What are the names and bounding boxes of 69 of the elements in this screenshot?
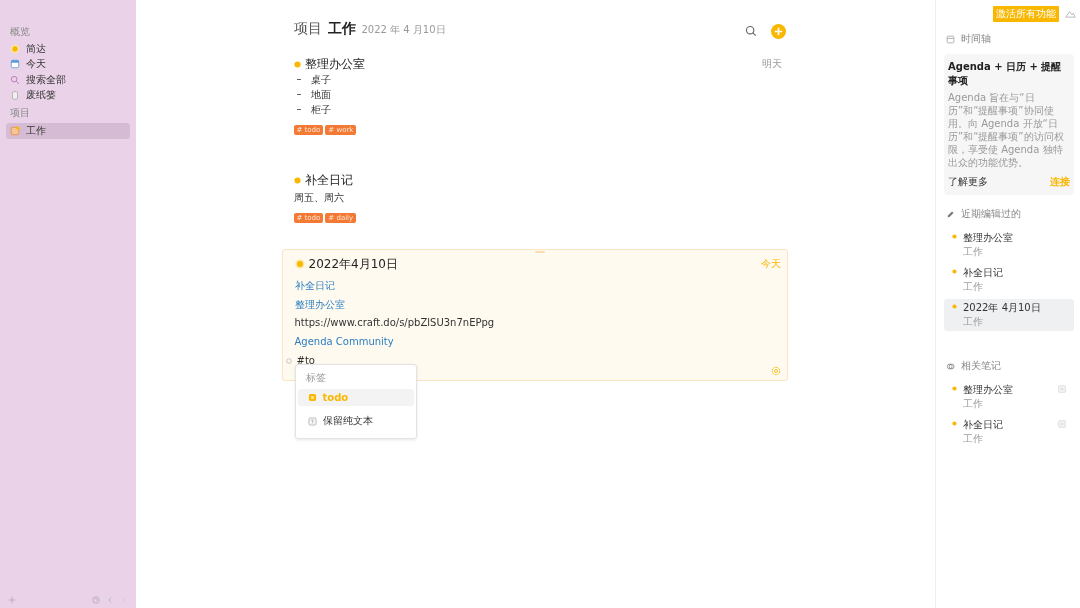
list-item: 桌子: [310, 72, 331, 87]
mountain-icon[interactable]: [1065, 10, 1076, 18]
list-dash: [296, 94, 301, 95]
pencil-icon: [946, 209, 955, 219]
text-icon: [307, 416, 317, 426]
card-title: Agenda + 日历 + 提醒事项: [948, 60, 1063, 88]
related-note[interactable]: 补全日记 工作: [944, 416, 1074, 448]
note-title: 2022年4月10日: [308, 255, 398, 273]
sun-icon: [10, 43, 20, 54]
page-date: 2022 年 4 月10日: [361, 23, 446, 37]
list-item: 柜子: [310, 102, 331, 117]
add-icon[interactable]: [8, 596, 16, 604]
settings-icon[interactable]: [770, 366, 781, 376]
tag-icon: [307, 393, 317, 402]
popup-heading: 标签: [304, 371, 327, 385]
bullet-icon: [293, 176, 301, 184]
trash-icon: [10, 90, 20, 101]
sidebar-item[interactable]: 搜索全部: [6, 72, 130, 88]
back-icon[interactable]: [106, 596, 114, 604]
sun-icon: [294, 259, 305, 269]
add-icon[interactable]: [770, 23, 786, 39]
section-heading: 概览: [9, 25, 31, 39]
note-text: 周五、周六: [293, 191, 345, 205]
search-icon: [10, 74, 20, 85]
card-text: Agenda 旨在与“日历”和“提醒事项”协同使用。向 Agenda 开放“日历”和“提醒事项”的访问权限，享受使 Agenda 独特出众的功能优势。: [948, 91, 1065, 169]
url-text: https://www.craft.do/s/pbZlSU3n7nEPpg: [294, 317, 496, 329]
list-item: 地面: [310, 87, 331, 102]
sidebar-item[interactable]: 今天: [6, 56, 130, 72]
learn-more-link[interactable]: 了解更多: [948, 175, 988, 189]
bullet-icon: [952, 269, 957, 274]
bullet-icon: [952, 421, 957, 426]
text-input[interactable]: #to: [296, 355, 315, 366]
page-prefix: 项目: [293, 20, 322, 38]
section-heading: 项目: [9, 106, 31, 120]
related-note[interactable]: 整理办公室 工作: [944, 381, 1074, 413]
recent-note[interactable]: 2022年 4月10日 工作: [944, 299, 1074, 331]
bullet-icon: [952, 234, 957, 239]
note-link[interactable]: 整理办公室: [294, 298, 781, 310]
drag-handle[interactable]: [534, 251, 545, 253]
open-icon[interactable]: [1058, 420, 1066, 428]
open-icon[interactable]: [1058, 385, 1066, 393]
due-date: 明天: [761, 57, 782, 71]
section-title: 时间轴: [961, 32, 991, 46]
clock-icon[interactable]: [92, 596, 100, 604]
sidebar-item[interactable]: 废纸篓: [6, 87, 130, 103]
note-link[interactable]: Agenda Community: [294, 336, 781, 348]
due-date: 今天: [760, 257, 781, 271]
calendar-icon: [10, 59, 20, 70]
sidebar-item[interactable]: 工作: [6, 123, 130, 139]
link-icon: [946, 361, 955, 371]
recent-note[interactable]: 补全日记 工作: [944, 264, 1074, 296]
page-title: 工作: [327, 20, 356, 38]
note-title: 整理办公室: [304, 55, 365, 73]
note-title: 补全日记: [304, 171, 353, 189]
bullet-icon: [952, 386, 957, 391]
bullet-icon: [293, 60, 301, 68]
list-dash: [296, 79, 301, 80]
suggestion-item[interactable]: 保留纯文本: [297, 411, 414, 431]
calendar-icon: [946, 34, 955, 44]
section-title: 近期编辑过的: [961, 207, 1021, 221]
note-link[interactable]: 补全日记: [294, 279, 781, 291]
section-title: 相关笔记: [961, 359, 1001, 373]
bullet-icon: [952, 304, 957, 309]
list-dash: [296, 109, 301, 110]
circle-icon: [285, 357, 292, 364]
project-icon: [10, 126, 20, 136]
sidebar-item[interactable]: 简达: [6, 41, 130, 57]
search-icon[interactable]: [744, 25, 757, 37]
recent-note[interactable]: 整理办公室 工作: [944, 229, 1074, 261]
